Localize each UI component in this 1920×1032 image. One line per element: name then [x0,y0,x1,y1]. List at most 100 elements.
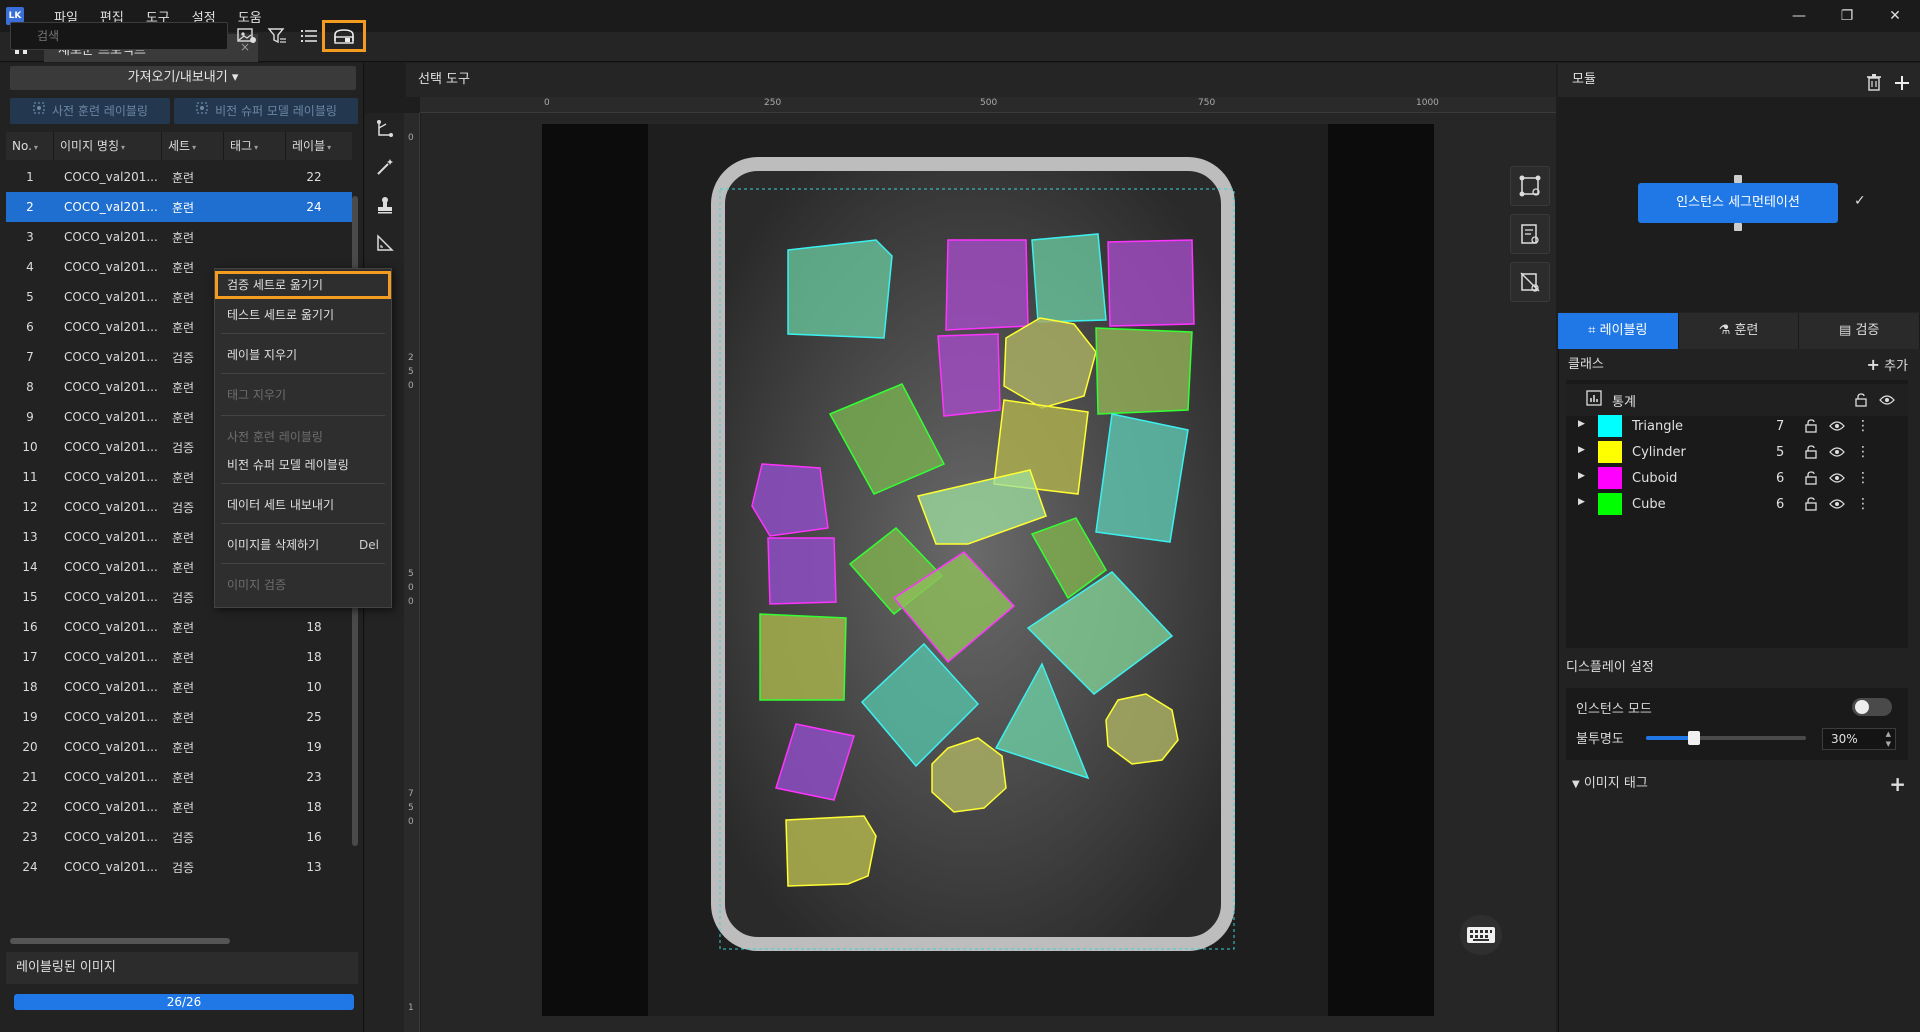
add-class-button[interactable]: + 추가 [1867,352,1908,380]
eye-icon[interactable] [1828,443,1846,461]
menu-export-dataset[interactable]: 데이터 세트 내보내기 [215,491,391,519]
menu-delete-images[interactable]: 이미지를 삭제하기 Del [215,531,391,559]
pretrain-labeling-button[interactable]: 사전 훈련 레이블링 [10,98,170,124]
table-row[interactable]: 18 COCO_val201... 훈련 10 [6,672,352,702]
menu-clear-labels[interactable]: 레이블 지우기 [215,341,391,369]
polygon-tool-icon[interactable] [373,117,397,141]
table-row[interactable]: 20 COCO_val201... 훈련 19 [6,732,352,762]
menu-delete-images-label: 이미지를 삭제하기 [227,538,320,552]
more-options-icon[interactable]: ⋮ [1854,443,1872,461]
check-icon: ✓ [1854,193,1866,209]
close-window-button[interactable]: ✕ [1872,0,1918,32]
eye-icon[interactable] [1828,417,1846,435]
col-tag[interactable]: 태그 ▾ [224,132,286,160]
node-input-port[interactable] [1734,175,1742,183]
tab-training[interactable]: ⚗ 훈련 [1678,313,1800,349]
eye-icon[interactable] [1878,391,1896,409]
unlock-icon[interactable] [1802,443,1820,461]
menu-help[interactable]: 도움 [238,7,262,26]
menu-move-to-validation[interactable]: 검증 세트로 옮기기 [215,271,391,299]
table-row[interactable]: 19 COCO_val201... 훈련 25 [6,702,352,732]
opacity-label: 불투명도 [1576,732,1624,747]
stepper-icon[interactable]: ▲ ▼ [1886,729,1891,749]
row-set: 검증 [172,830,195,845]
edit-nodes-icon[interactable] [1510,166,1550,206]
expand-arrow-icon[interactable]: ▶ [1578,419,1585,429]
table-row[interactable]: 23 COCO_val201... 검증 16 [6,822,352,852]
table-horizontal-scrollbar[interactable] [10,938,230,944]
table-row[interactable]: 3 COCO_val201... 훈련 [6,222,352,252]
instance-mode-toggle-knob[interactable] [1855,700,1869,714]
col-set[interactable]: 세트 ▾ [162,132,224,160]
class-color-swatch[interactable] [1598,493,1622,515]
expand-arrow-icon[interactable]: ▶ [1578,471,1585,481]
expand-arrow-icon[interactable]: ▶ [1578,497,1585,507]
eye-icon[interactable] [1828,495,1846,513]
eye-icon[interactable] [1828,469,1846,487]
more-options-icon[interactable]: ⋮ [1854,469,1872,487]
more-options-icon[interactable]: ⋮ [1854,495,1872,513]
class-color-swatch[interactable] [1598,415,1622,437]
class-header-title: 클래스 [1568,357,1604,372]
restore-button[interactable]: ❐ [1824,0,1870,32]
row-image-name: COCO_val201... [64,680,158,694]
class-color-swatch[interactable] [1598,467,1622,489]
table-row[interactable]: 1 COCO_val201... 훈련 22 [6,162,352,192]
ruler-label: 5 [408,569,414,579]
expand-arrow-icon[interactable]: ▶ [1578,445,1585,455]
labeled-image[interactable] [648,124,1328,1016]
filter-icon[interactable] [264,24,290,48]
unlock-icon[interactable] [1852,391,1870,409]
gallery-view-icon[interactable] [322,20,366,52]
col-image-name[interactable]: 이미지 명칭 ▾ [54,132,162,160]
add-tag-icon[interactable]: + [1889,770,1906,798]
import-export-button[interactable]: 가져오기/내보내기 ▾ [10,66,356,90]
node-output-port[interactable] [1734,223,1742,231]
tab-labeling[interactable]: ⌗ 레이블링 [1558,313,1679,349]
row-set: 훈련 [172,650,195,665]
search-input[interactable] [10,22,228,50]
row-image-name: COCO_val201... [64,230,158,244]
table-row[interactable]: 17 COCO_val201... 훈련 18 [6,642,352,672]
row-number: 7 [26,350,34,364]
tab-validation[interactable]: ▤ 검증 [1799,313,1920,349]
collapse-icon[interactable]: ▼ [1572,779,1580,790]
table-row[interactable]: 16 COCO_val201... 훈련 18 [6,612,352,642]
ruler-tool-icon[interactable] [373,231,397,255]
instance-segmentation-node[interactable]: 인스턴스 세그먼테이션 [1638,183,1838,223]
table-row[interactable]: 21 COCO_val201... 훈련 23 [6,762,352,792]
unlock-icon[interactable] [1802,417,1820,435]
show-labels-icon[interactable] [1510,214,1550,254]
menu-move-to-test[interactable]: 테스트 세트로 옮기기 [215,301,391,329]
stamp-tool-icon[interactable] [373,193,397,217]
class-color-swatch[interactable] [1598,441,1622,463]
table-row[interactable]: 22 COCO_val201... 훈련 18 [6,792,352,822]
row-label-count: 22 [306,170,322,184]
opacity-slider-handle[interactable] [1688,731,1700,745]
keyboard-shortcuts-icon[interactable] [1460,915,1502,955]
menu-supermodel-labeling[interactable]: 비전 슈퍼 모델 레이블링 [215,451,391,479]
magic-wand-icon[interactable] [373,155,397,179]
unlock-icon[interactable] [1802,495,1820,513]
horizontal-ruler: 0 250 500 750 1000 [420,97,1556,113]
unlock-icon[interactable] [1802,469,1820,487]
row-set: 훈련 [172,170,195,185]
col-no[interactable]: No. ▾ [6,132,54,160]
table-row[interactable]: 24 COCO_val201... 검증 13 [6,852,352,882]
list-view-icon[interactable] [296,24,322,48]
hide-masks-icon[interactable] [1510,262,1550,302]
ruler-label: 5 [408,803,414,813]
opacity-input[interactable]: 30% ▲ ▼ [1822,728,1896,750]
label-progress-bar: 26/26 [14,994,354,1010]
table-row[interactable]: 2 COCO_val201... 훈련 24 [6,192,352,222]
class-row-cube[interactable]: ▶ Cube 6 ⋮ [1566,488,1908,520]
more-options-icon[interactable]: ⋮ [1854,417,1872,435]
minimize-button[interactable]: — [1776,0,1822,32]
col-label[interactable]: 레이블 ▾ [286,132,352,160]
row-set: 훈련 [172,620,195,635]
row-label-count: 25 [306,710,322,724]
vision-supermodel-labeling-button[interactable]: 비전 슈퍼 모델 레이블링 [174,98,358,124]
image-settings-icon[interactable] [234,24,260,48]
context-menu: 검증 세트로 옮기기 테스트 세트로 옮기기 레이블 지우기 태그 지우기 사전… [214,268,392,608]
row-number: 22 [22,800,38,814]
